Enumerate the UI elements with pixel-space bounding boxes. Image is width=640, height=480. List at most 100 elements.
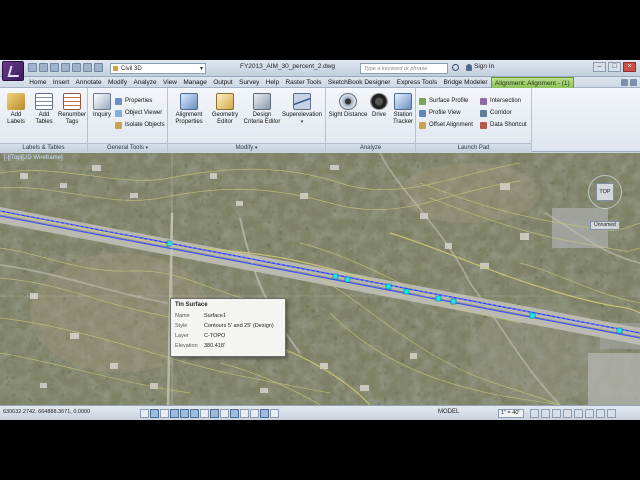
inquiry-button[interactable]: Inquiry [91,93,113,119]
tab-home[interactable]: Home [26,77,50,88]
tab-insert[interactable]: Insert [50,77,73,88]
tab-view[interactable]: View [160,77,180,88]
panel-title-launch-pad: Launch Pad [416,143,531,152]
annotation-scale-dropdown[interactable]: 1" = 40' [498,409,524,418]
window-controls: – □ × [593,62,636,72]
tab-help[interactable]: Help [263,77,283,88]
tab-manage[interactable]: Manage [180,77,210,88]
tab-output[interactable]: Output [210,77,236,88]
profile-view-button[interactable]: Profile View [419,109,461,117]
model-space-button[interactable]: MODEL [438,409,459,415]
minimize-button[interactable]: – [593,62,606,72]
wcs-menu[interactable]: Unnamed [590,221,620,230]
search-input[interactable]: Type a keyword or phrase [360,63,448,74]
maximize-button[interactable]: □ [608,62,621,72]
renumber-icon [63,93,81,110]
clean-screen-icon[interactable] [607,409,616,418]
alignment-properties-button[interactable]: Alignment Properties [172,93,206,126]
sign-in-link[interactable]: Sign In [474,63,494,70]
sight-distance-button[interactable]: Sight Distance [328,93,368,119]
application-menu-button[interactable] [2,61,24,81]
inquiry-icon [93,93,111,110]
station-tracker-button[interactable]: Station Tracker [390,93,416,126]
panel-title-general-tools[interactable]: General Tools ▾ [88,143,167,152]
polar-tracking-toggle[interactable] [180,409,189,418]
data-shortcut-button[interactable]: Data Shortcut [480,121,527,129]
isolate-objects-icon[interactable] [585,409,594,418]
drawing-viewport[interactable]: [-][Top][2D Wireframe] TOP Unnamed Tin S… [0,153,640,405]
panel-title-analyze: Analyze [326,143,415,152]
search-icon[interactable] [452,64,459,71]
dynamic-ucs-toggle[interactable] [220,409,229,418]
offset-alignment-button[interactable]: Offset Alignment [419,121,473,129]
isolate-objects-button[interactable]: Isolate Objects [115,121,165,129]
tab-analyze[interactable]: Analyze [130,77,160,88]
workspace-switching-icon[interactable] [552,409,561,418]
redo-icon[interactable] [83,63,92,72]
tab-annotate[interactable]: Annotate [72,77,104,88]
superelevation-button[interactable]: Superelevation ▾ [280,93,324,126]
ribbon-options-icon[interactable] [630,79,637,86]
design-criteria-icon [253,93,271,110]
tooltip-row-layer: Layer C-TOPO [175,333,226,339]
annotation-visibility-icon[interactable] [530,409,539,418]
panel-modify: Alignment Properties Geometry Editor Des… [168,88,326,152]
object-viewer-button[interactable]: Object Viewer [115,109,162,117]
drive-button[interactable]: Drive [368,93,390,119]
grid-display-toggle[interactable] [160,409,169,418]
3d-object-snap-toggle[interactable] [200,409,209,418]
close-button[interactable]: × [623,62,636,72]
design-criteria-editor-button[interactable]: Design Criteria Editor [242,93,282,126]
corridor-button[interactable]: Corridor [480,109,512,117]
geometry-editor-button[interactable]: Geometry Editor [208,93,242,126]
object-snap-toggle[interactable] [190,409,199,418]
undo-icon[interactable] [72,63,81,72]
viewport-controls-label[interactable]: [-][Top][2D Wireframe] [4,155,63,161]
transparency-toggle[interactable] [250,409,259,418]
tag-icon [7,93,25,110]
intersection-icon [480,98,487,105]
selection-cycling-toggle[interactable] [270,409,279,418]
plot-icon[interactable] [94,63,103,72]
tab-express-tools[interactable]: Express Tools [394,77,441,88]
title-bar: Civil 3D FY2013_AIM_30_percent_2.dwg Typ… [0,60,640,81]
quick-properties-toggle[interactable] [260,409,269,418]
save-icon[interactable] [50,63,59,72]
viewcube[interactable]: TOP [596,183,614,201]
dynamic-input-toggle[interactable] [230,409,239,418]
object-snap-tracking-toggle[interactable] [210,409,219,418]
tooltip-title: Tin Surface [175,302,208,308]
add-tables-button[interactable]: Add Tables [32,93,56,126]
renumber-tags-button[interactable]: Renumber Tags [58,93,86,126]
lock-icon[interactable] [563,409,572,418]
surface-profile-button[interactable]: Surface Profile [419,97,468,105]
status-bar: 630632.2742, 664888.3671, 0.0000 MODEL 1… [0,405,640,420]
alignment-properties-icon [180,93,198,110]
hardware-acceleration-icon[interactable] [574,409,583,418]
snap-mode-toggle[interactable] [150,409,159,418]
tab-modify[interactable]: Modify [105,77,131,88]
ribbon-toggle-icon[interactable] [621,79,628,86]
infer-constraints-toggle[interactable] [140,409,149,418]
save-as-icon[interactable] [61,63,70,72]
intersection-button[interactable]: Intersection [480,97,521,105]
workspace-dropdown[interactable]: Civil 3D [110,63,206,74]
tab-alignment-contextual[interactable]: Alignment: Alignment - (1) [490,77,574,88]
status-bar-menu-icon[interactable] [596,409,605,418]
open-icon[interactable] [39,63,48,72]
tooltip-row-elevation: Elevation 380.418' [175,343,225,349]
properties-button[interactable]: Properties [115,97,152,105]
tab-sketchbook-designer[interactable]: SketchBook Designer [325,77,394,88]
add-labels-button[interactable]: Add Labels [4,93,28,126]
lineweight-toggle[interactable] [240,409,249,418]
tab-bridge-modeler[interactable]: Bridge Modeler [440,77,490,88]
tab-survey[interactable]: Survey [236,77,263,88]
user-icon [466,64,472,71]
panel-title-modify[interactable]: Modify ▾ [168,143,325,152]
auto-scale-icon[interactable] [541,409,550,418]
ortho-mode-toggle[interactable] [170,409,179,418]
panel-title-labels-tables: Labels & Tables [0,143,87,152]
new-icon[interactable] [28,63,37,72]
superelevation-icon [293,93,311,110]
tab-raster-tools[interactable]: Raster Tools [282,77,324,88]
